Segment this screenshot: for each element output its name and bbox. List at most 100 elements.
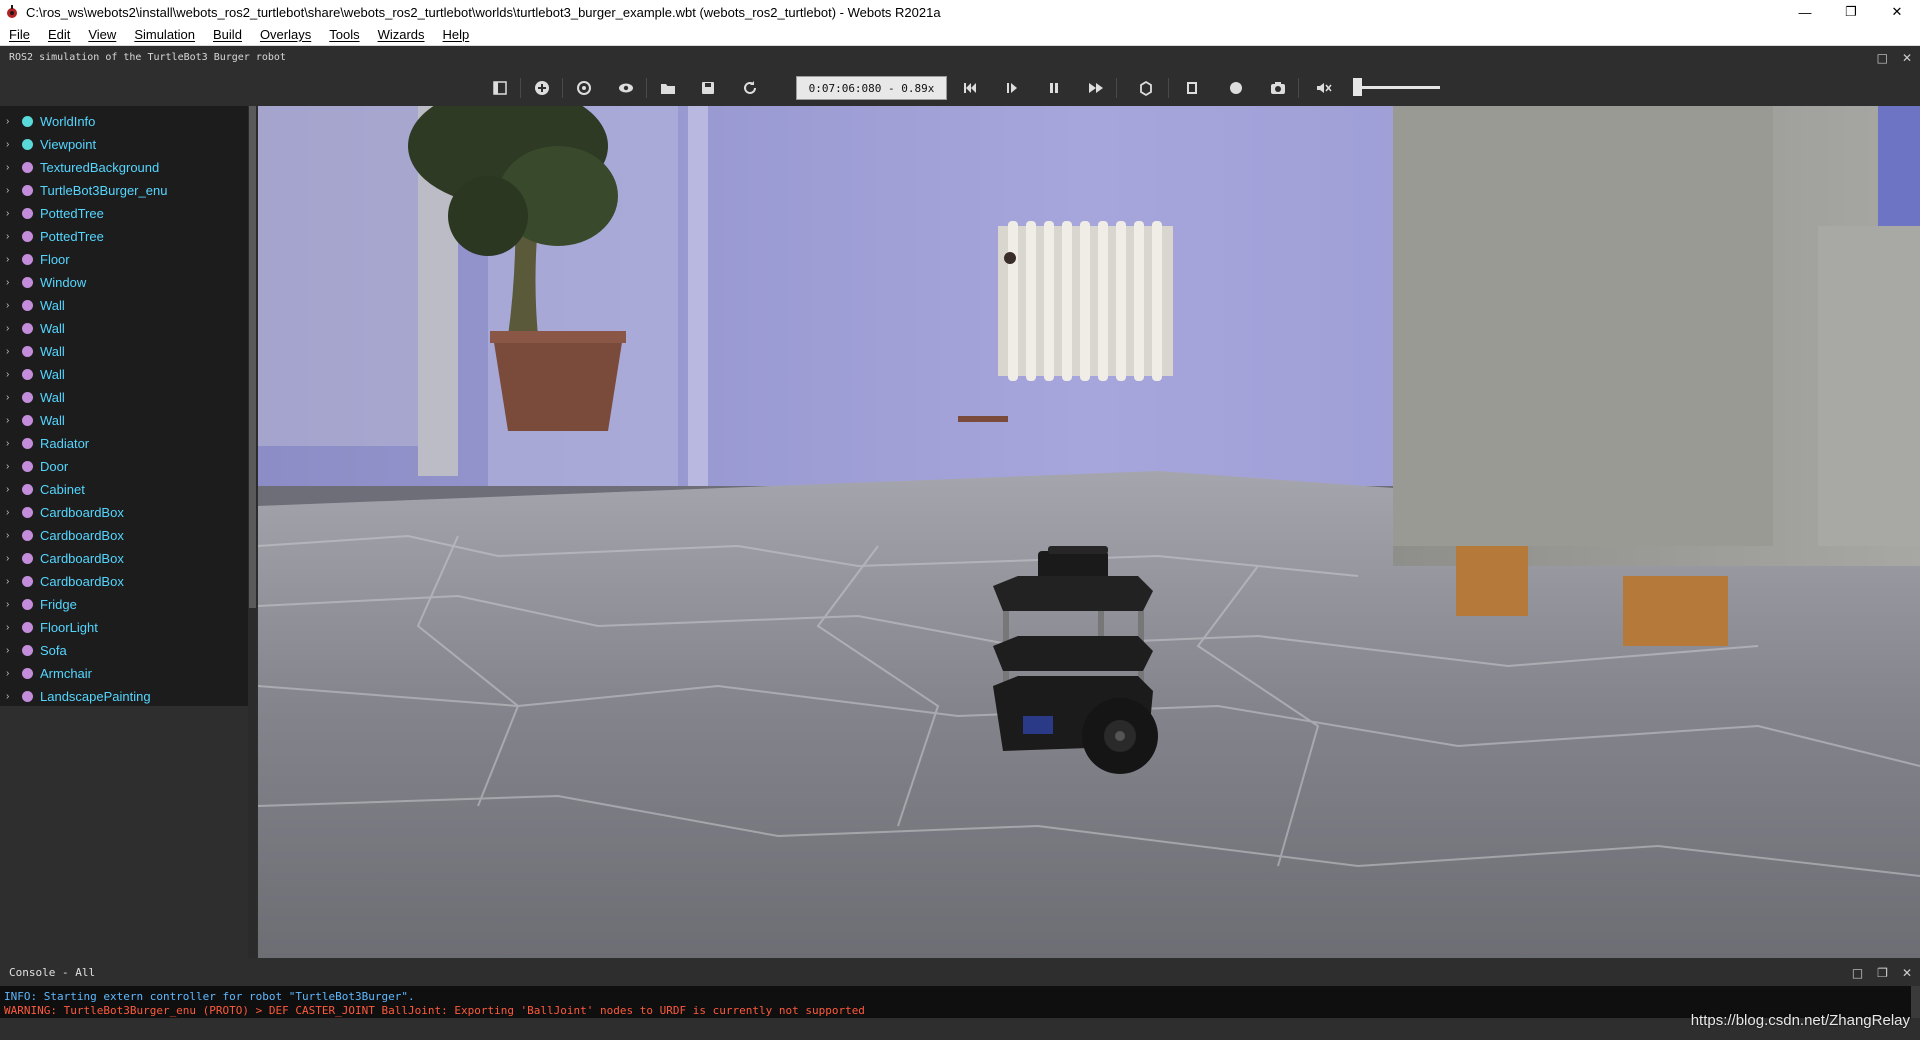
scene-tree-node[interactable]: › Wall (0, 317, 248, 340)
node-type-icon (22, 576, 33, 587)
chevron-right-icon[interactable]: › (6, 323, 16, 334)
watermark: https://blog.csdn.net/ZhangRelay (1690, 1012, 1910, 1029)
scene-tree-node[interactable]: › Wall (0, 386, 248, 409)
menu-wizards[interactable]: Wizards (369, 24, 434, 46)
menu-view[interactable]: View (79, 24, 125, 46)
scene-tree-node[interactable]: › LandscapePainting (0, 685, 248, 708)
scene-tree-node[interactable]: › Viewpoint (0, 133, 248, 156)
console-float-icon[interactable]: ❐ (1877, 960, 1888, 986)
scene-tree-node[interactable]: › CardboardBox (0, 547, 248, 570)
scene-tree-node[interactable]: › Wall (0, 340, 248, 363)
scene-tree-node[interactable]: › Wall (0, 363, 248, 386)
chevron-right-icon[interactable]: › (6, 139, 16, 150)
scene-tree-node[interactable]: › Sofa (0, 639, 248, 662)
scene-tree-node[interactable]: › PottedTree (0, 202, 248, 225)
scene-tree-node-label: Wall (40, 321, 65, 336)
reset-view-button[interactable] (572, 77, 596, 99)
scene-tree-node[interactable]: › Cabinet (0, 478, 248, 501)
menu-build[interactable]: Build (204, 24, 251, 46)
scene-tree-node[interactable]: › TexturedBackground (0, 156, 248, 179)
restore-button[interactable]: ❐ (1828, 0, 1874, 24)
scene-tree-node-label: LandscapePainting (40, 689, 151, 704)
fast-forward-button[interactable] (1084, 77, 1108, 99)
scene-tree-node[interactable]: › Radiator (0, 432, 248, 455)
chevron-right-icon[interactable]: › (6, 346, 16, 357)
scene-tree-node[interactable]: › Floor (0, 248, 248, 271)
add-node-button[interactable] (530, 77, 554, 99)
scene-tree-node[interactable]: › Door (0, 455, 248, 478)
chevron-right-icon[interactable]: › (6, 484, 16, 495)
menu-tools[interactable]: Tools (320, 24, 368, 46)
screenshot-button[interactable] (1266, 77, 1290, 99)
movie-record-button[interactable] (1180, 77, 1204, 99)
chevron-right-icon[interactable]: › (6, 668, 16, 679)
chevron-right-icon[interactable]: › (6, 438, 16, 449)
close-icon[interactable]: ✕ (1902, 46, 1912, 70)
chevron-right-icon[interactable]: › (6, 622, 16, 633)
chevron-right-icon[interactable]: › (6, 530, 16, 541)
step-icon (1007, 83, 1017, 93)
reset-simulation-button[interactable] (958, 77, 982, 99)
scene-tree-scrollbar[interactable] (248, 106, 257, 958)
pause-button[interactable] (1042, 77, 1066, 99)
scene-tree-node[interactable]: › Window (0, 271, 248, 294)
step-button[interactable] (1000, 77, 1024, 99)
console-minimize-icon[interactable]: □ (1852, 960, 1863, 986)
chevron-right-icon[interactable]: › (6, 185, 16, 196)
scene-tree-node[interactable]: › Wall (0, 409, 248, 432)
scene-tree-node-label: TurtleBot3Burger_enu (40, 183, 168, 198)
chevron-right-icon[interactable]: › (6, 231, 16, 242)
record-button[interactable] (1224, 77, 1248, 99)
scene-tree-node[interactable]: › WorldInfo (0, 110, 248, 133)
menu-help[interactable]: Help (434, 24, 479, 46)
view-button[interactable] (614, 77, 638, 99)
close-button[interactable]: ✕ (1874, 0, 1920, 24)
console-scrollbar[interactable] (1911, 986, 1920, 1018)
scene-tree-node[interactable]: › TurtleBot3Burger_enu (0, 179, 248, 202)
3d-viewport[interactable] (258, 106, 1920, 958)
toolbar (0, 70, 1920, 106)
scene-tree-node[interactable]: › Armchair (0, 662, 248, 685)
volume-slider-handle[interactable] (1353, 78, 1362, 96)
volume-slider[interactable] (1356, 86, 1440, 89)
open-world-button[interactable] (656, 77, 680, 99)
chevron-right-icon[interactable]: › (6, 691, 16, 702)
menu-edit[interactable]: Edit (39, 24, 79, 46)
scene-tree-node[interactable]: › CardboardBox (0, 524, 248, 547)
rendering-button[interactable] (1134, 77, 1158, 99)
scrollbar-thumb[interactable] (249, 106, 256, 608)
scene-tree-node[interactable]: › Wall (0, 294, 248, 317)
float-icon[interactable]: □ (1877, 46, 1888, 70)
chevron-right-icon[interactable]: › (6, 461, 16, 472)
chevron-right-icon[interactable]: › (6, 415, 16, 426)
chevron-right-icon[interactable]: › (6, 507, 16, 518)
chevron-right-icon[interactable]: › (6, 599, 16, 610)
scene-tree-node[interactable]: › PottedTree (0, 225, 248, 248)
chevron-right-icon[interactable]: › (6, 162, 16, 173)
scene-tree-node[interactable]: › FloorLight (0, 616, 248, 639)
mute-button[interactable] (1312, 77, 1336, 99)
chevron-right-icon[interactable]: › (6, 392, 16, 403)
scene-tree-node[interactable]: › CardboardBox (0, 570, 248, 593)
chevron-right-icon[interactable]: › (6, 553, 16, 564)
minimize-button[interactable]: — (1782, 0, 1828, 24)
save-icon (702, 82, 714, 94)
toggle-scene-tree-button[interactable] (488, 77, 512, 99)
chevron-right-icon[interactable]: › (6, 277, 16, 288)
chevron-right-icon[interactable]: › (6, 116, 16, 127)
chevron-right-icon[interactable]: › (6, 645, 16, 656)
menu-file[interactable]: File (0, 24, 39, 46)
scene-tree-node[interactable]: › Fridge (0, 593, 248, 616)
chevron-right-icon[interactable]: › (6, 300, 16, 311)
menu-overlays[interactable]: Overlays (251, 24, 320, 46)
console-close-icon[interactable]: ✕ (1902, 960, 1912, 986)
scene-tree-node[interactable]: › CardboardBox (0, 501, 248, 524)
menu-simulation[interactable]: Simulation (125, 24, 204, 46)
chevron-right-icon[interactable]: › (6, 576, 16, 587)
chevron-right-icon[interactable]: › (6, 208, 16, 219)
save-world-button[interactable] (696, 77, 720, 99)
console-output[interactable]: INFO: Starting extern controller for rob… (0, 986, 1920, 1018)
chevron-right-icon[interactable]: › (6, 369, 16, 380)
chevron-right-icon[interactable]: › (6, 254, 16, 265)
reload-world-button[interactable] (738, 77, 762, 99)
